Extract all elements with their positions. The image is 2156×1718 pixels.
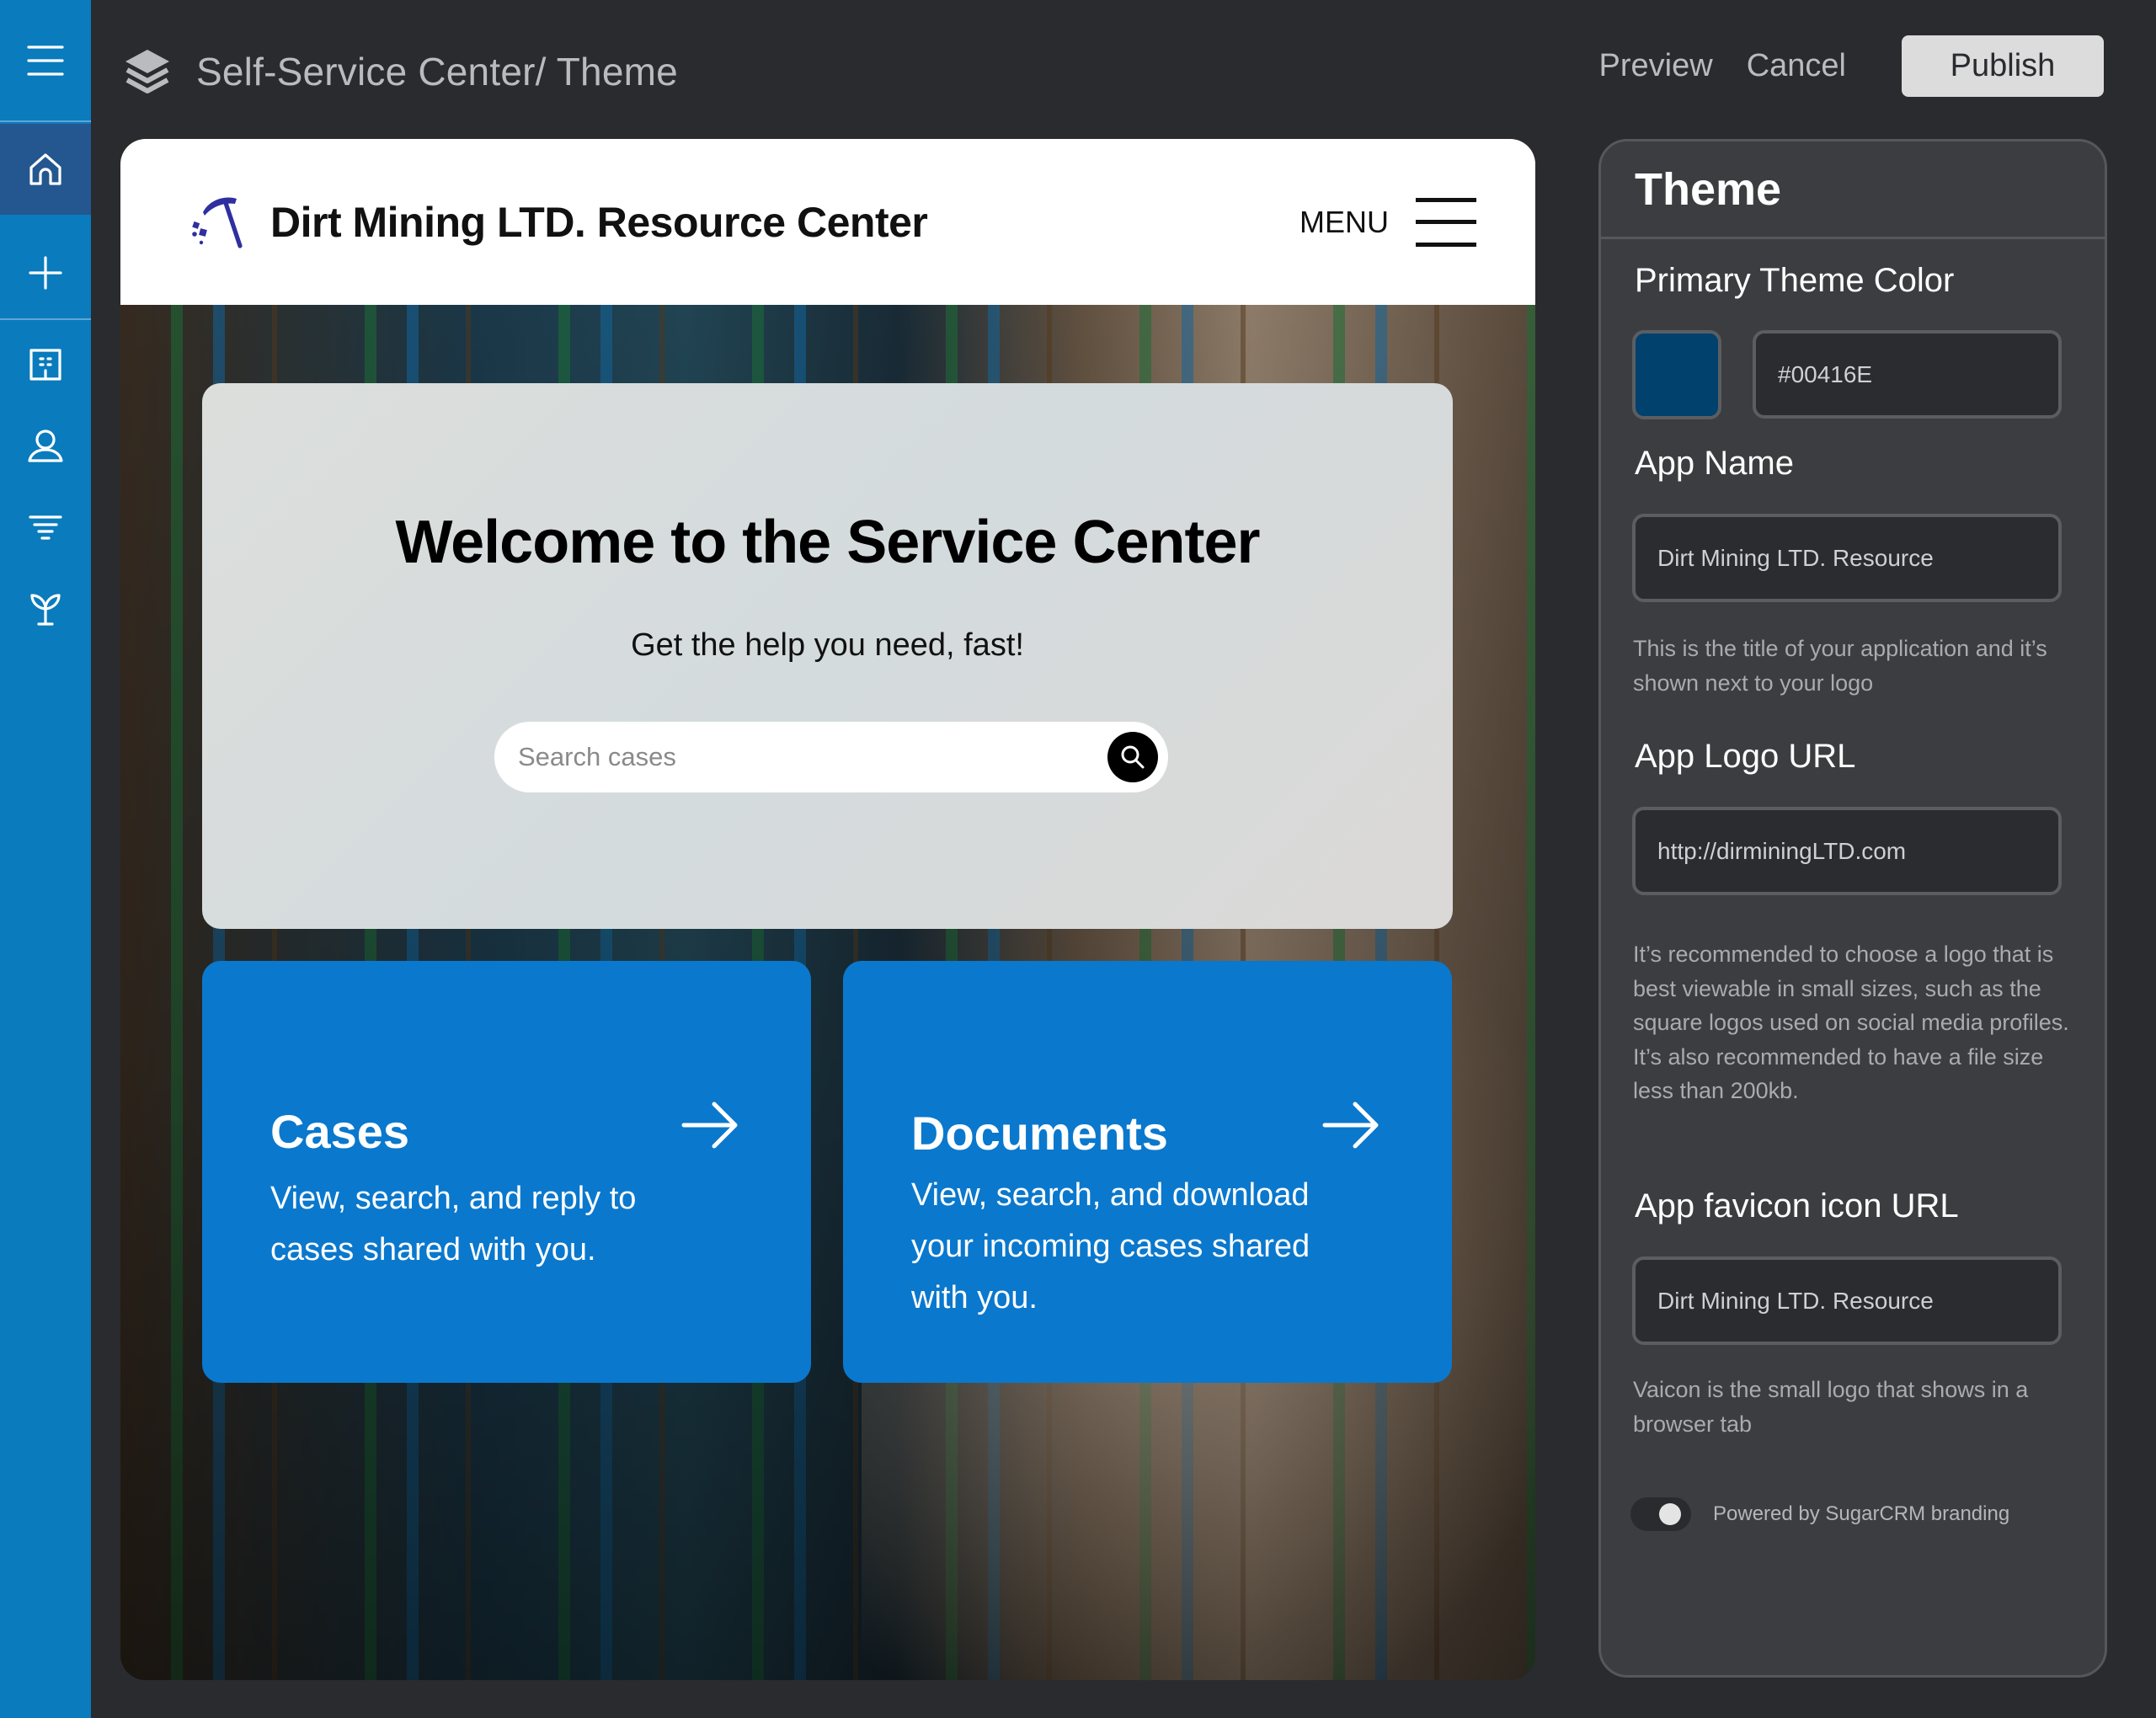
search-button[interactable]: [1107, 732, 1158, 782]
primary-color-label: Primary Theme Color: [1635, 262, 1955, 299]
sidebar-item-filter[interactable]: [0, 487, 91, 567]
hero-card: Welcome to the Service Center Get the he…: [202, 383, 1453, 929]
sidebar-menu-button[interactable]: [0, 0, 91, 122]
home-icon: [29, 153, 61, 185]
sidebar-item-accounts[interactable]: [0, 324, 91, 404]
search-input[interactable]: [518, 742, 1091, 772]
favicon-url-label: App favicon icon URL: [1635, 1187, 1959, 1224]
branding-toggle[interactable]: [1630, 1497, 1691, 1531]
sprout-icon: [30, 593, 61, 626]
hamburger-menu-icon: [27, 45, 64, 76]
breadcrumb: Self-Service Center/ Theme: [122, 42, 678, 101]
hero-subtitle: Get the help you need, fast!: [631, 627, 1024, 663]
sidebar-item-home[interactable]: [0, 124, 91, 215]
menu-label: MENU: [1299, 205, 1389, 239]
branding-toggle-row: Powered by SugarCRM branding: [1630, 1497, 2009, 1531]
app-name-label: App Name: [1635, 445, 1794, 482]
plus-icon: [29, 256, 62, 290]
toggle-knob: [1659, 1503, 1681, 1525]
favicon-url-help: Vaicon is the small logo that shows in a…: [1633, 1377, 2029, 1437]
preview-menu-button[interactable]: MENU: [1299, 198, 1476, 247]
preview-button[interactable]: Preview: [1599, 48, 1713, 84]
layers-icon: [125, 50, 169, 93]
cases-tile-description: View, search, and reply to cases shared …: [270, 1181, 637, 1267]
pickaxe-logo-icon: [192, 197, 243, 248]
filter-icon: [29, 515, 62, 540]
publish-button[interactable]: Publish: [1902, 35, 2104, 97]
theme-panel: Theme Primary Theme Color App Name This …: [1598, 139, 2107, 1678]
favicon-url-input[interactable]: [1632, 1256, 2062, 1345]
hamburger-menu-icon: [1416, 198, 1476, 247]
portal-preview: Dirt Mining LTD. Resource Center MENU We…: [120, 139, 1535, 1680]
app-name-help: This is the title of your application an…: [1633, 636, 2047, 696]
user-icon: [28, 429, 63, 462]
arrow-right-icon: [681, 1102, 738, 1149]
search-bar: [494, 722, 1168, 792]
preview-app-name: Dirt Mining LTD. Resource Center: [270, 198, 928, 246]
branding-toggle-label: Powered by SugarCRM branding: [1713, 1502, 2010, 1525]
top-actions: Preview Cancel Publish: [1599, 35, 2104, 97]
panel-header: Theme: [1601, 141, 2105, 239]
search-icon: [1121, 745, 1145, 769]
arrow-right-icon: [1322, 1102, 1379, 1149]
documents-tile-title: Documents: [911, 1107, 1168, 1160]
documents-tile[interactable]: Documents View, search, and download you…: [843, 961, 1452, 1383]
sidebar-item-add[interactable]: [0, 227, 91, 320]
sidebar-item-contacts[interactable]: [0, 406, 91, 486]
cases-tile[interactable]: Cases View, search, and reply to cases s…: [202, 961, 811, 1383]
panel-title: Theme: [1635, 163, 1782, 215]
logo-url-help: It’s recommended to choose a logo that i…: [1633, 942, 2069, 1103]
documents-tile-description: View, search, and download your incoming…: [911, 1177, 1310, 1315]
app-name-input[interactable]: [1632, 514, 2062, 602]
preview-header: Dirt Mining LTD. Resource Center MENU: [120, 139, 1535, 305]
cases-tile-title: Cases: [270, 1105, 410, 1158]
primary-color-input[interactable]: [1753, 330, 2062, 419]
sidebar-item-growth[interactable]: [0, 568, 91, 648]
sidebar: [0, 0, 91, 1718]
page-title: Self-Service Center/ Theme: [196, 50, 678, 93]
logo-url-label: App Logo URL: [1635, 738, 1856, 775]
logo-url-input[interactable]: [1632, 807, 2062, 895]
primary-color-swatch[interactable]: [1632, 330, 1721, 419]
cancel-button[interactable]: Cancel: [1747, 48, 1846, 84]
building-icon: [29, 348, 61, 381]
hero-title: Welcome to the Service Center: [395, 509, 1260, 576]
